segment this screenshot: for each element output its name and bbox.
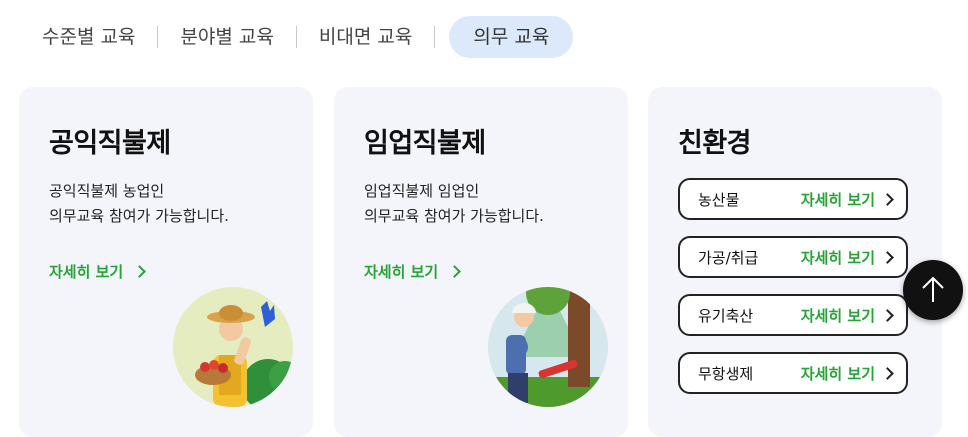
chevron-right-icon	[881, 366, 894, 380]
details-link[interactable]: 자세히 보기	[801, 363, 894, 384]
tab-online-education[interactable]: 비대면 교육	[297, 16, 434, 58]
card-forestry-direct-payment: 임업직불제 임업직불제 임업인 의무교육 참여가 가능합니다. 자세히 보기	[334, 87, 628, 437]
chevron-right-icon	[881, 250, 894, 264]
card-description: 임업직불제 임업인 의무교육 참여가 가능합니다.	[364, 182, 544, 225]
chevron-right-icon	[881, 192, 894, 206]
tab-mandatory-education[interactable]: 의무 교육	[449, 16, 574, 58]
card-description: 공익직불제 농업인 의무교육 참여가 가능합니다.	[49, 182, 229, 225]
eco-item-label: 무항생제	[698, 364, 754, 383]
eco-item-label: 가공/취급	[698, 248, 759, 267]
eco-item-processing-handling[interactable]: 가공/취급 자세히 보기	[678, 236, 908, 278]
farmer-illustration	[173, 287, 293, 407]
card-title: 임업직불제	[364, 128, 486, 159]
tab-field-education[interactable]: 분야별 교육	[158, 16, 295, 58]
details-link[interactable]: 자세히 보기	[364, 261, 462, 282]
tab-divider	[434, 26, 436, 48]
chevron-right-icon	[133, 265, 147, 278]
eco-item-organic-livestock[interactable]: 유기축산 자세히 보기	[678, 294, 908, 336]
arrow-up-icon	[922, 276, 944, 302]
chevron-right-icon	[448, 265, 462, 278]
eco-item-label: 유기축산	[698, 306, 754, 325]
details-link[interactable]: 자세히 보기	[801, 247, 894, 268]
scroll-to-top-button[interactable]	[903, 260, 963, 320]
tab-level-education[interactable]: 수준별 교육	[20, 16, 157, 58]
forester-illustration	[488, 287, 608, 407]
card-public-direct-payment: 공익직불제 공익직불제 농업인 의무교육 참여가 가능합니다. 자세히 보기	[19, 87, 313, 437]
details-link[interactable]: 자세히 보기	[49, 261, 147, 282]
chevron-right-icon	[881, 308, 894, 322]
eco-item-label: 농산물	[698, 190, 740, 209]
eco-item-agricultural-products[interactable]: 농산물 자세히 보기	[678, 178, 908, 220]
card-eco-friendly: 친환경 농산물 자세히 보기 가공/취급 자세히 보기 유기축산 자세히 보기 …	[648, 87, 942, 437]
eco-item-antibiotic-free[interactable]: 무항생제 자세히 보기	[678, 352, 908, 394]
details-link[interactable]: 자세히 보기	[801, 189, 894, 210]
card-title: 공익직불제	[49, 128, 171, 159]
details-link[interactable]: 자세히 보기	[801, 305, 894, 326]
eco-list: 농산물 자세히 보기 가공/취급 자세히 보기 유기축산 자세히 보기 무항생제…	[678, 178, 908, 410]
tab-bar: 수준별 교육 분야별 교육 비대면 교육 의무 교육	[20, 16, 574, 58]
card-title: 친환경	[678, 128, 752, 159]
